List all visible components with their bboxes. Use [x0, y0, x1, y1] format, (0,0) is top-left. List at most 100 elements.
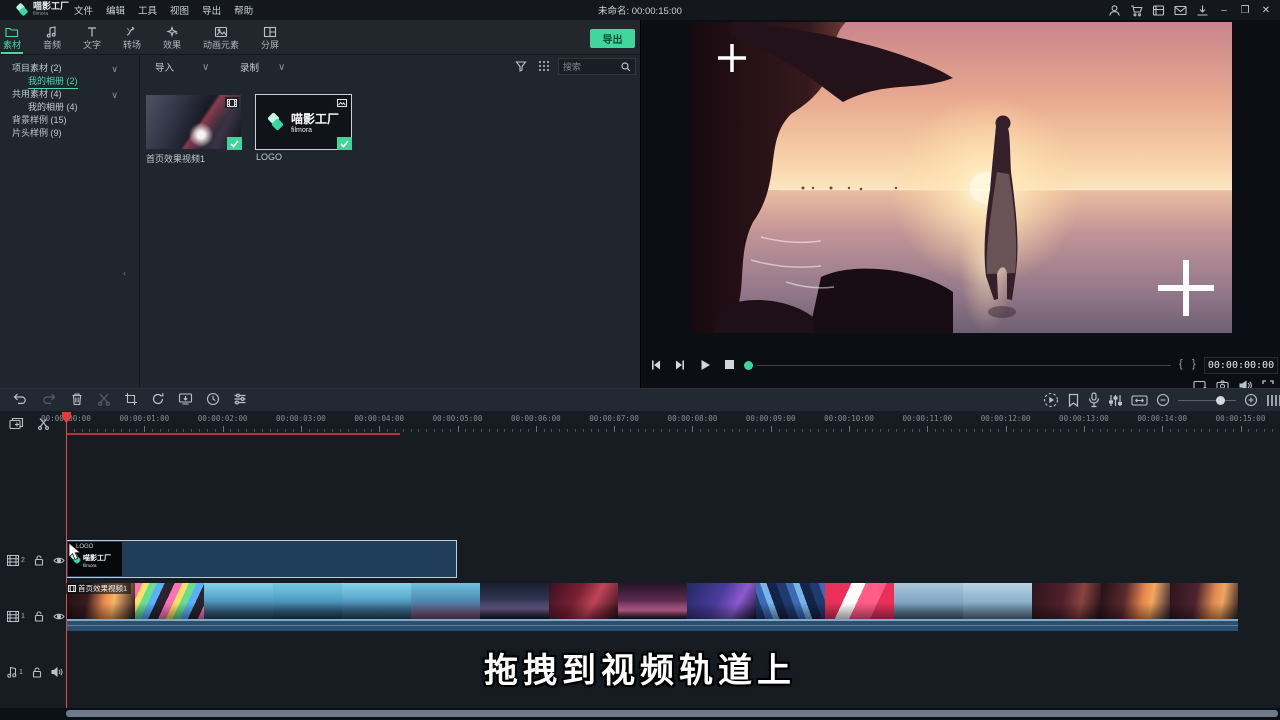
filmstrip-frame: [825, 583, 894, 619]
marker-icon[interactable]: [1067, 393, 1080, 408]
account-icon[interactable]: [1108, 4, 1121, 17]
search-icon[interactable]: [621, 61, 631, 72]
video-clip-audio-waveform: [66, 619, 1238, 631]
ruler-tick: [747, 429, 749, 432]
tab-media[interactable]: 素材: [0, 20, 32, 55]
search-input[interactable]: 搜索: [558, 58, 636, 75]
download-icon[interactable]: [1196, 4, 1209, 17]
media-item-logo[interactable]: 喵影工厂 filmora: [255, 94, 352, 150]
sidebar-item-my-album-shared[interactable]: 我的相册 (4): [0, 101, 140, 114]
tab-audio[interactable]: 音频: [32, 20, 72, 55]
zoom-fit-icon[interactable]: [1131, 394, 1148, 407]
track-header-video-1[interactable]: 1: [0, 609, 65, 623]
sidebar-collapse-handle[interactable]: ‹: [123, 265, 131, 281]
ruler-timecode-label: 00:00:11:00: [902, 414, 953, 423]
seek-bar[interactable]: [757, 365, 1171, 366]
ruler-tick: [1193, 429, 1195, 432]
adjust-settings-icon[interactable]: [233, 392, 247, 406]
play-button[interactable]: [699, 359, 711, 371]
chevron-down-icon[interactable]: ∨: [202, 62, 209, 73]
menu-tools[interactable]: 工具: [138, 3, 157, 17]
menu-export[interactable]: 导出: [202, 3, 221, 17]
filter-icon[interactable]: [515, 60, 527, 72]
toggle-visibility-icon[interactable]: [53, 612, 65, 621]
undo-icon[interactable]: [12, 392, 28, 406]
app-logo-icon: [15, 2, 29, 17]
close-button[interactable]: ✕: [1260, 5, 1272, 16]
scrollbar-thumb[interactable]: [66, 710, 1278, 717]
music-note-icon: [45, 26, 59, 38]
redo-icon[interactable]: [41, 392, 57, 406]
ruler-tick: [253, 429, 255, 432]
rotate-icon[interactable]: [151, 392, 165, 406]
mark-out-icon[interactable]: }: [1192, 358, 1196, 370]
crop-icon[interactable]: [124, 392, 138, 406]
ruler-tick: [81, 429, 83, 432]
timeline-clip-logo[interactable]: LOGO 喵影工厂 filmora: [66, 540, 457, 578]
menu-file[interactable]: 文件: [74, 3, 93, 17]
timeline-ruler[interactable]: 00:00:00:0000:00:01:0000:00:02:0000:00:0…: [0, 413, 1280, 435]
render-preview-icon[interactable]: [1043, 392, 1059, 408]
cut-icon[interactable]: [97, 392, 111, 406]
menu-edit[interactable]: 编辑: [106, 3, 125, 17]
delete-icon[interactable]: [70, 392, 84, 406]
next-frame-button[interactable]: [674, 359, 686, 371]
speed-clock-icon[interactable]: [206, 392, 220, 406]
tab-split-screen[interactable]: 分屏: [250, 20, 290, 55]
chroma-key-icon[interactable]: [178, 392, 193, 406]
zoom-slider-knob[interactable]: [1216, 396, 1225, 405]
timeline-playhead[interactable]: [66, 413, 67, 708]
ruler-tick: [895, 429, 897, 432]
sidebar-item-my-album-project[interactable]: 我的相册 (2): [0, 75, 140, 89]
record-dropdown[interactable]: 录制: [240, 60, 259, 74]
timeline-horizontal-scrollbar: [0, 708, 1280, 720]
ruler-tick: [982, 429, 984, 432]
track-height-icon[interactable]: [1266, 393, 1280, 408]
stop-button[interactable]: [724, 359, 735, 370]
ruler-tick: [567, 429, 569, 432]
maximize-button[interactable]: ❐: [1239, 5, 1251, 16]
export-button[interactable]: 导出: [590, 29, 635, 48]
import-dropdown[interactable]: 导入: [155, 60, 174, 74]
sidebar-item-background-samples[interactable]: 背景样例 (15): [0, 114, 140, 127]
toggle-visibility-icon[interactable]: [53, 556, 65, 565]
chevron-down-icon[interactable]: ∨: [278, 62, 285, 73]
tab-text[interactable]: 文字: [72, 20, 112, 55]
mail-icon[interactable]: [1174, 4, 1187, 17]
ruler-timecode-label: 00:00:02:00: [197, 414, 248, 423]
ruler-tick: [394, 429, 396, 432]
sidebar-item-project-media[interactable]: 项目素材 (2) ∨: [0, 62, 140, 75]
tab-transitions[interactable]: 转场: [112, 20, 152, 55]
timeline-clip-video[interactable]: 首页效果视频1: [66, 583, 1238, 631]
ruler-tick: [1256, 429, 1258, 432]
track-header-video-2[interactable]: 2: [0, 553, 65, 567]
sidebar-item-shared-media[interactable]: 共用素材 (4) ∨: [0, 88, 140, 101]
zoom-in-icon[interactable]: [1244, 393, 1258, 407]
grid-view-icon[interactable]: [538, 60, 550, 72]
media-library-icon[interactable]: [1152, 4, 1165, 17]
timeline-zoom-slider[interactable]: [1178, 392, 1236, 408]
store-cart-icon[interactable]: [1130, 4, 1143, 17]
mark-in-icon[interactable]: {: [1179, 358, 1183, 370]
previous-frame-button[interactable]: [650, 359, 662, 371]
menu-help[interactable]: 帮助: [234, 3, 253, 17]
media-item-video[interactable]: [146, 95, 242, 150]
tab-effects[interactable]: 效果: [152, 20, 192, 55]
menu-view[interactable]: 视图: [170, 3, 189, 17]
audio-mixer-icon[interactable]: [1108, 393, 1123, 408]
tab-elements[interactable]: 动画元素: [192, 20, 250, 55]
minimize-button[interactable]: –: [1218, 5, 1230, 16]
ruler-tick: [175, 429, 177, 432]
ruler-tick: [574, 429, 576, 432]
ruler-tick: [89, 429, 91, 432]
lock-track-icon[interactable]: [34, 610, 44, 622]
ruler-tick: [1217, 429, 1218, 432]
seek-playhead[interactable]: [744, 361, 753, 370]
voiceover-mic-icon[interactable]: [1088, 392, 1100, 408]
filmstrip-frame: [894, 583, 963, 619]
lock-track-icon[interactable]: [34, 554, 44, 566]
ruler-tick: [1036, 429, 1038, 432]
zoom-out-icon[interactable]: [1156, 393, 1170, 407]
filmstrip-frame: [411, 583, 480, 619]
sidebar-item-intro-samples[interactable]: 片头样例 (9): [0, 127, 140, 140]
